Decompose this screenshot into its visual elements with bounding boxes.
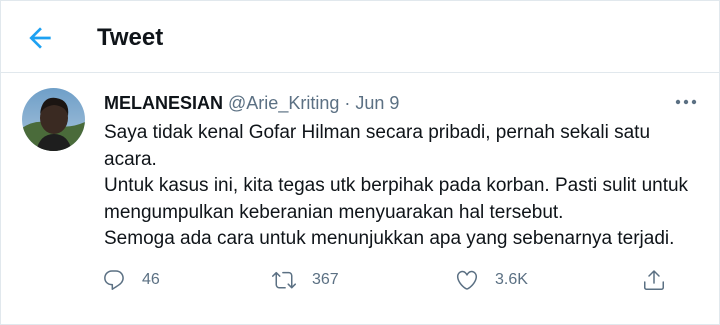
meta-separator: · [344, 93, 351, 113]
like-count: 3.6K [495, 271, 528, 288]
reply-button[interactable]: 46 [102, 262, 160, 298]
tweet-line: Untuk kasus ini, kita tegas utk berpihak… [104, 175, 689, 223]
page-title: Tweet [97, 24, 164, 51]
heart-icon [456, 270, 478, 290]
more-options-button[interactable] [672, 92, 700, 112]
reply-icon [104, 270, 124, 290]
page-header: Tweet [0, 0, 720, 73]
author-name[interactable]: MELANESIAN [104, 93, 223, 113]
tweet-line: Saya tidak kenal Gofar Hilman secara pri… [104, 122, 651, 170]
share-button[interactable] [642, 262, 666, 298]
retweet-count: 367 [312, 271, 339, 288]
retweet-button[interactable]: 367 [272, 262, 339, 298]
retweet-icon [272, 271, 296, 289]
more-horizontal-icon [675, 99, 697, 105]
back-button[interactable] [24, 22, 56, 54]
avatar[interactable] [22, 88, 85, 151]
tweet-date[interactable]: Jun 9 [355, 93, 399, 113]
reply-count: 46 [142, 271, 160, 288]
tweet-line: Semoga ada cara untuk menunjukkan apa ya… [104, 228, 675, 249]
tweet-actions: 46 367 3.6K [0, 262, 720, 298]
like-button[interactable]: 3.6K [455, 262, 528, 298]
tweet-text: Saya tidak kenal Gofar Hilman secara pri… [104, 120, 704, 253]
author-handle[interactable]: @Arie_Kriting [228, 93, 339, 113]
tweet-meta: MELANESIAN @Arie_Kriting · Jun 9 [104, 90, 399, 116]
share-icon [644, 270, 664, 290]
arrow-left-icon [29, 27, 51, 49]
